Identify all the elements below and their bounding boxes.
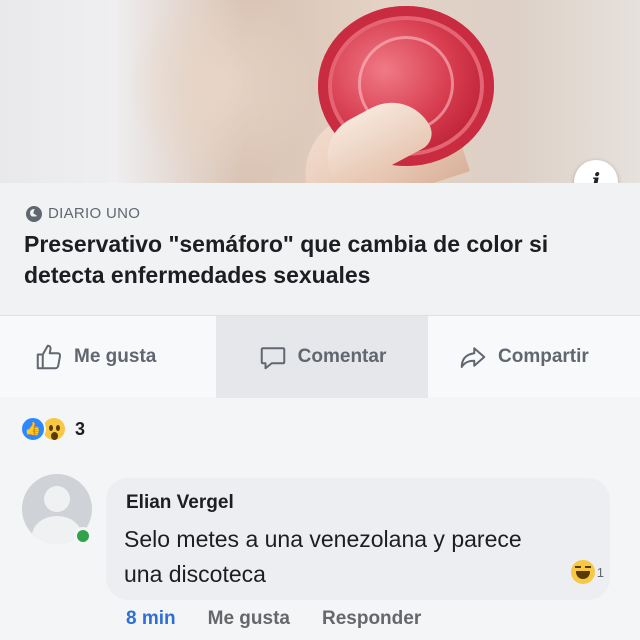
thumbs-up-icon bbox=[36, 344, 62, 370]
like-label: Me gusta bbox=[74, 346, 157, 367]
reactions-summary[interactable]: 👍 3 bbox=[20, 416, 85, 442]
like-button[interactable]: Me gusta bbox=[34, 316, 156, 398]
reaction-count: 3 bbox=[75, 418, 86, 439]
avatar-head bbox=[44, 486, 70, 512]
globe-icon bbox=[26, 205, 42, 222]
background-blur bbox=[130, 0, 310, 183]
comment-bubble: Elian Vergel Selo metes a una venezolana… bbox=[106, 478, 610, 600]
like-reaction-icon: 👍 bbox=[20, 416, 46, 442]
link-source: DIARIO UNO bbox=[26, 205, 140, 222]
comment-label: Comentar bbox=[297, 346, 387, 367]
comment-text: Selo metes a una venezolana y parece una… bbox=[124, 526, 522, 587]
post-action-bar: Me gusta Comentar Compartir bbox=[0, 315, 640, 398]
comment-author[interactable]: Elian Vergel bbox=[126, 492, 234, 514]
share-arrow-icon bbox=[460, 347, 486, 368]
link-card[interactable]: DIARIO UNO Preservativo "semáforo" que c… bbox=[0, 183, 640, 315]
online-status-icon bbox=[74, 527, 92, 545]
share-button[interactable]: Compartir bbox=[458, 316, 589, 398]
comment-reaction[interactable]: 1 bbox=[570, 560, 604, 584]
link-headline[interactable]: Preservativo "semáforo" que cambia de co… bbox=[24, 229, 624, 291]
comment-like-link[interactable]: Me gusta bbox=[208, 608, 290, 630]
share-label: Compartir bbox=[498, 346, 589, 367]
haha-reaction-icon bbox=[570, 560, 595, 584]
comment-time[interactable]: 8 min bbox=[126, 608, 176, 630]
comment-reply-link[interactable]: Responder bbox=[322, 608, 421, 630]
source-name: DIARIO UNO bbox=[48, 205, 141, 222]
comment-bubble-icon bbox=[260, 347, 285, 370]
comment-button[interactable]: Comentar bbox=[216, 316, 428, 398]
comment-reaction-count: 1 bbox=[596, 564, 604, 580]
comment-meta: 8 min Me gusta Responder bbox=[126, 608, 421, 630]
link-preview-image[interactable] bbox=[0, 0, 640, 183]
